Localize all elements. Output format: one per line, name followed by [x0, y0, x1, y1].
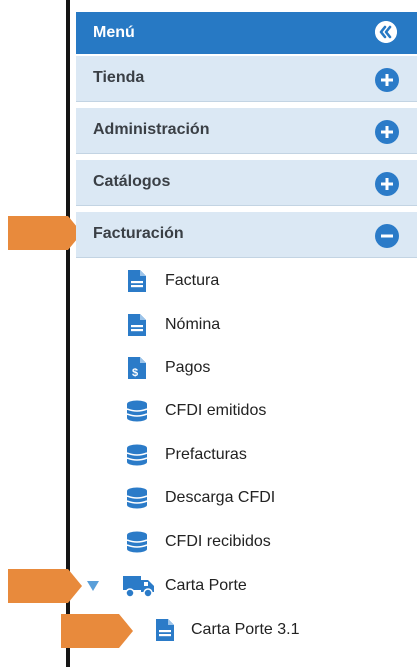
sidebar-menu: Menú Tienda Administración Catálogos Fac… [76, 0, 417, 667]
section-tienda-label: Tienda [93, 69, 145, 86]
database-icon [126, 400, 148, 422]
dollar-document-icon: $ [128, 357, 146, 379]
document-icon [128, 314, 146, 336]
annotation-arrow-facturacion [8, 216, 82, 250]
menu-item-pagos[interactable]: $ Pagos [76, 348, 417, 388]
menu-item-nomina[interactable]: Nómina [76, 305, 417, 345]
menu-item-cfdi-recibidos-label: CFDI recibidos [165, 533, 271, 550]
menu-item-cfdi-emitidos[interactable]: CFDI emitidos [76, 391, 417, 431]
menu-item-cfdi-recibidos[interactable]: CFDI recibidos [76, 522, 417, 562]
section-tienda[interactable]: Tienda [76, 56, 417, 102]
section-catalogos-label: Catálogos [93, 173, 171, 190]
document-icon [156, 619, 174, 641]
plus-circle-icon[interactable] [375, 172, 399, 196]
menu-item-nomina-label: Nómina [165, 316, 221, 333]
section-catalogos[interactable]: Catálogos [76, 160, 417, 206]
plus-circle-icon[interactable] [375, 68, 399, 92]
section-facturacion[interactable]: Facturación [76, 212, 417, 258]
annotation-arrow-carta-porte [8, 569, 82, 603]
menu-header: Menú [76, 12, 417, 54]
menu-item-descarga-cfdi-label: Descarga CFDI [165, 489, 276, 506]
plus-circle-icon[interactable] [375, 120, 399, 144]
document-icon [128, 270, 146, 292]
svg-text:$: $ [132, 367, 138, 379]
menu-item-cfdi-emitidos-label: CFDI emitidos [165, 402, 267, 419]
menu-item-descarga-cfdi[interactable]: Descarga CFDI [76, 478, 417, 518]
section-facturacion-label: Facturación [93, 225, 184, 242]
section-administracion-label: Administración [93, 121, 210, 138]
menu-item-factura-label: Factura [165, 272, 220, 289]
triangle-down-icon[interactable] [86, 580, 100, 592]
menu-title: Menú [93, 24, 135, 41]
menu-item-factura[interactable]: Factura [76, 261, 417, 301]
menu-item-carta-porte-31-label: Carta Porte 3.1 [191, 621, 300, 638]
database-icon [126, 444, 148, 466]
menu-item-carta-porte-31[interactable]: Carta Porte 3.1 [76, 610, 417, 650]
menu-item-carta-porte[interactable]: Carta Porte [76, 566, 417, 606]
menu-item-carta-porte-label: Carta Porte [165, 577, 247, 594]
minus-circle-icon[interactable] [375, 224, 399, 248]
menu-item-prefacturas-label: Prefacturas [165, 446, 247, 463]
section-administracion[interactable]: Administración [76, 108, 417, 154]
menu-item-pagos-label: Pagos [165, 359, 211, 376]
database-icon [126, 531, 148, 553]
double-chevron-left-icon[interactable] [375, 21, 397, 43]
menu-item-prefacturas[interactable]: Prefacturas [76, 435, 417, 475]
truck-icon [123, 576, 154, 598]
sidebar-left-border [66, 0, 70, 667]
database-icon [126, 487, 148, 509]
